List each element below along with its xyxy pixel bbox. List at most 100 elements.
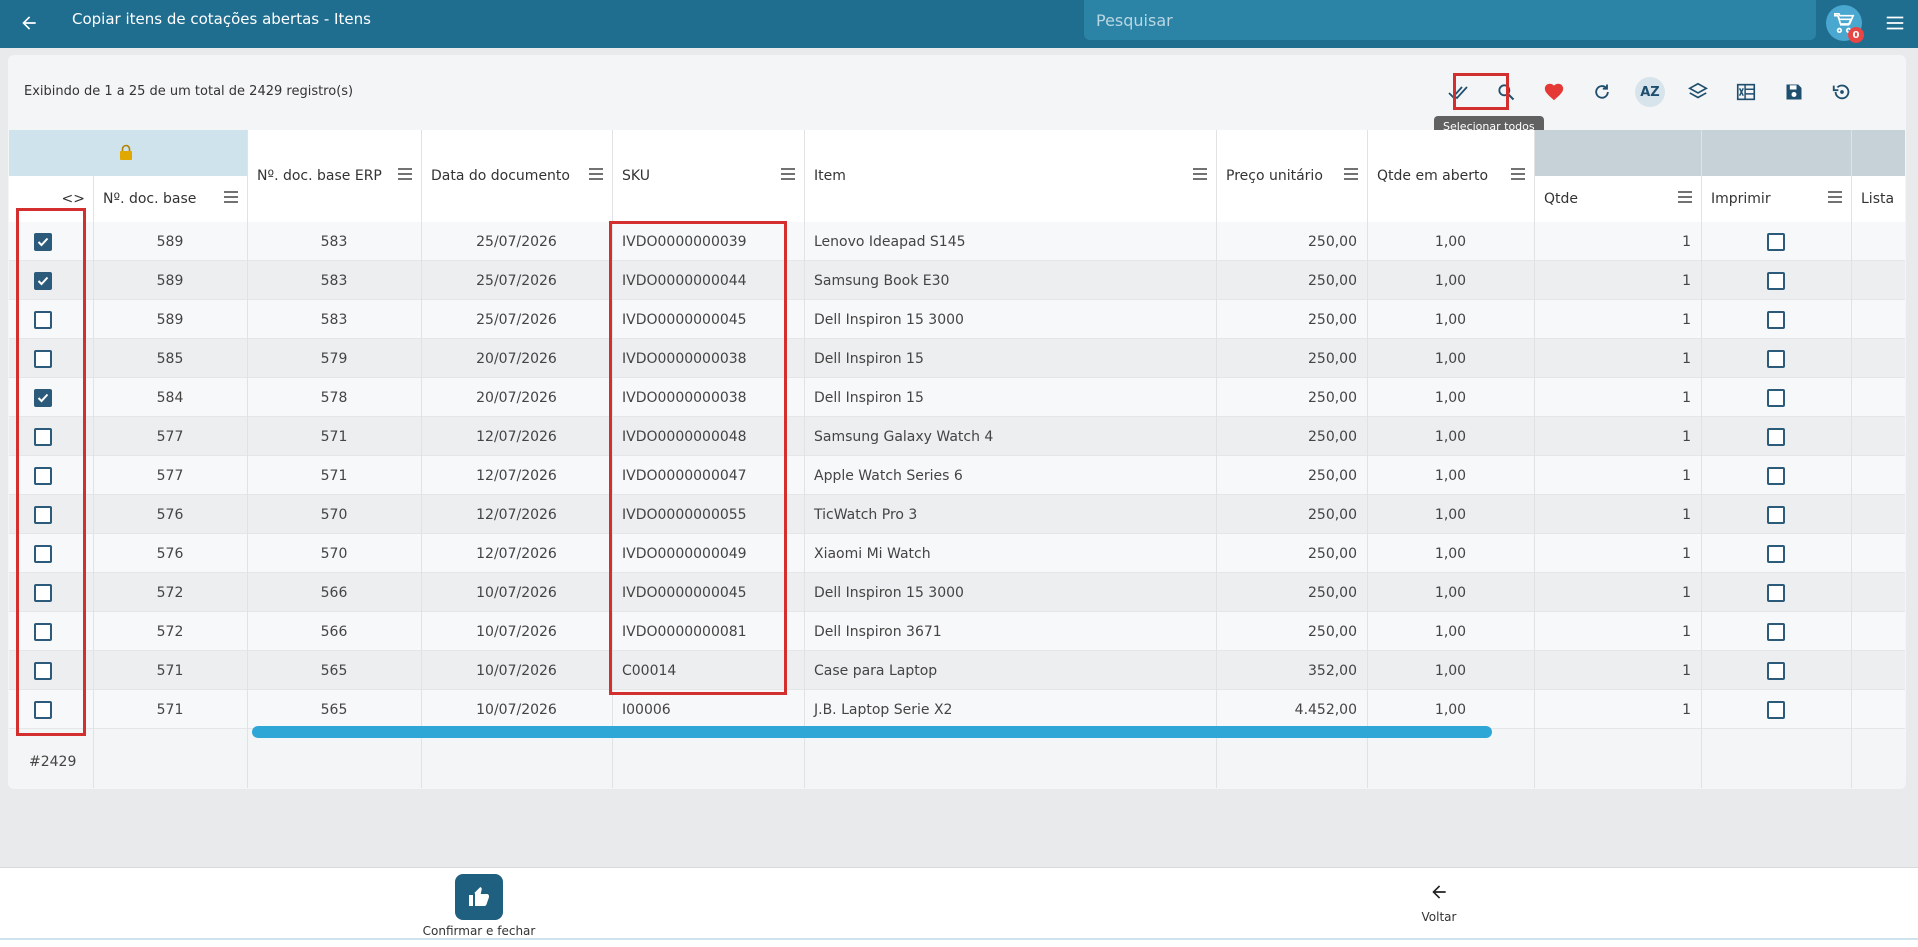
- column-menu-icon[interactable]: [1827, 190, 1843, 208]
- cell-erp: 571: [320, 467, 348, 484]
- table-row[interactable]: 571 565 10/07/2026 C00014 Case para Laptop 35…: [9, 651, 1905, 690]
- print-checkbox[interactable]: [1767, 466, 1785, 485]
- cell-date: 10/07/2026: [476, 584, 557, 601]
- cell-price: 250,00: [1308, 428, 1357, 445]
- table-row[interactable]: 576 570 12/07/2026 IVDO0000000049 Xiaomi Mi …: [9, 534, 1905, 573]
- column-menu-icon[interactable]: [1192, 167, 1208, 185]
- print-checkbox[interactable]: [1767, 349, 1785, 368]
- cell-item: Apple Watch Series 6: [814, 467, 963, 484]
- print-checkbox[interactable]: [1767, 232, 1785, 251]
- print-checkbox[interactable]: [1767, 622, 1785, 641]
- layers-icon[interactable]: [1680, 74, 1716, 110]
- cell-doc: 584: [156, 389, 184, 406]
- row-select-checkbox[interactable]: [34, 505, 52, 524]
- restore-icon[interactable]: [1824, 74, 1860, 110]
- print-checkbox[interactable]: [1767, 271, 1785, 290]
- table-row[interactable]: 572 566 10/07/2026 IVDO0000000081 Dell Inspi…: [9, 612, 1905, 651]
- print-checkbox[interactable]: [1767, 310, 1785, 329]
- cell-price: 4.452,00: [1294, 701, 1357, 718]
- table-row[interactable]: 584 578 20/07/2026 IVDO0000000038 Dell Inspi…: [9, 378, 1905, 417]
- cell-qty[interactable]: 1: [1534, 222, 1701, 261]
- cell-qty[interactable]: 1: [1534, 339, 1701, 378]
- search-bar[interactable]: [1084, 0, 1816, 40]
- horizontal-scrollbar[interactable]: [252, 726, 1492, 738]
- table-row[interactable]: 577 571 12/07/2026 IVDO0000000047 Apple Watc…: [9, 456, 1905, 495]
- cell-qty[interactable]: 1: [1534, 378, 1701, 417]
- table-row[interactable]: 576 570 12/07/2026 IVDO0000000055 TicWatch P…: [9, 495, 1905, 534]
- row-select-checkbox[interactable]: [34, 271, 52, 290]
- row-select-checkbox[interactable]: [34, 349, 52, 368]
- print-checkbox[interactable]: [1767, 427, 1785, 446]
- arrow-left-icon: [1432, 885, 1446, 899]
- column-menu-icon[interactable]: [397, 167, 413, 185]
- cell-qty[interactable]: 1: [1534, 417, 1701, 456]
- cell-qty[interactable]: 1: [1534, 534, 1701, 573]
- row-select-checkbox[interactable]: [34, 232, 52, 251]
- column-menu-icon[interactable]: [780, 167, 796, 185]
- header-doc-base-erp: Nº. doc. base ERP: [247, 130, 421, 222]
- confirm-close-button[interactable]: Confirmar e fechar: [412, 874, 546, 942]
- row-select-checkbox[interactable]: [34, 544, 52, 563]
- column-menu-icon[interactable]: [1677, 190, 1693, 208]
- cell-qty[interactable]: 1: [1534, 651, 1701, 690]
- row-select-checkbox[interactable]: [34, 310, 52, 329]
- cell-date: 25/07/2026: [476, 233, 557, 250]
- print-checkbox[interactable]: [1767, 583, 1785, 602]
- print-checkbox[interactable]: [1767, 544, 1785, 563]
- cart-badge: 0: [1848, 27, 1864, 43]
- cell-item: Dell Inspiron 15: [814, 389, 924, 406]
- menu-icon[interactable]: [1880, 8, 1910, 38]
- cell-qty[interactable]: 1: [1534, 573, 1701, 612]
- cell-qty[interactable]: 1: [1534, 612, 1701, 651]
- print-checkbox[interactable]: [1767, 388, 1785, 407]
- cell-qty[interactable]: 1: [1534, 456, 1701, 495]
- save-icon[interactable]: [1776, 74, 1812, 110]
- cart-button[interactable]: 0: [1826, 5, 1864, 43]
- refresh-icon[interactable]: [1584, 74, 1620, 110]
- column-menu-icon[interactable]: [1343, 167, 1359, 185]
- row-select-checkbox[interactable]: [34, 622, 52, 641]
- cell-doc: 589: [156, 233, 184, 250]
- cell-item: Dell Inspiron 3671: [814, 623, 942, 640]
- table-row[interactable]: 571 565 10/07/2026 I00006 J.B. Laptop Serie …: [9, 690, 1905, 729]
- table-row[interactable]: 589 583 25/07/2026 IVDO0000000039 Lenovo Ide…: [9, 222, 1905, 261]
- print-checkbox[interactable]: [1767, 661, 1785, 680]
- cell-qty[interactable]: 1: [1534, 300, 1701, 339]
- cell-qty[interactable]: 1: [1534, 495, 1701, 534]
- back-arrow-icon[interactable]: [14, 8, 44, 38]
- table-row[interactable]: 585 579 20/07/2026 IVDO0000000038 Dell Inspi…: [9, 339, 1905, 378]
- cell-price: 250,00: [1308, 350, 1357, 367]
- cell-sku: I00006: [622, 701, 671, 718]
- sort-az-icon[interactable]: AZ: [1632, 74, 1668, 110]
- row-select-checkbox[interactable]: [34, 583, 52, 602]
- row-select-checkbox[interactable]: [34, 700, 52, 719]
- select-all-icon[interactable]: [1440, 74, 1476, 110]
- search-input[interactable]: [1084, 0, 1816, 40]
- cell-doc: 589: [156, 272, 184, 289]
- column-menu-icon[interactable]: [1510, 167, 1526, 185]
- column-menu-icon[interactable]: [223, 190, 239, 208]
- column-menu-icon[interactable]: [588, 167, 604, 185]
- print-checkbox[interactable]: [1767, 505, 1785, 524]
- row-select-checkbox[interactable]: [34, 466, 52, 485]
- cell-erp: 579: [320, 350, 348, 367]
- excel-icon[interactable]: [1728, 74, 1764, 110]
- cell-open: 1,00: [1434, 584, 1467, 601]
- top-bar: Copiar itens de cotações abertas - Itens…: [0, 0, 1918, 48]
- back-button[interactable]: Voltar: [1404, 882, 1474, 924]
- table-row[interactable]: 577 571 12/07/2026 IVDO0000000048 Samsung Ga…: [9, 417, 1905, 456]
- cell-sku: C00014: [622, 662, 677, 679]
- row-select-checkbox[interactable]: [34, 388, 52, 407]
- table-row[interactable]: 589 583 25/07/2026 IVDO0000000045 Dell Inspi…: [9, 300, 1905, 339]
- cell-qty[interactable]: 1: [1534, 261, 1701, 300]
- header-print: Imprimir: [1701, 176, 1851, 222]
- search-icon[interactable]: [1488, 74, 1524, 110]
- column-toggle[interactable]: <>: [9, 176, 93, 222]
- row-select-checkbox[interactable]: [34, 427, 52, 446]
- cell-qty[interactable]: 1: [1534, 690, 1701, 729]
- table-row[interactable]: 589 583 25/07/2026 IVDO0000000044 Samsung Bo…: [9, 261, 1905, 300]
- row-select-checkbox[interactable]: [34, 661, 52, 680]
- heart-icon[interactable]: [1536, 74, 1572, 110]
- table-row[interactable]: 572 566 10/07/2026 IVDO0000000045 Dell Inspi…: [9, 573, 1905, 612]
- print-checkbox[interactable]: [1767, 700, 1785, 719]
